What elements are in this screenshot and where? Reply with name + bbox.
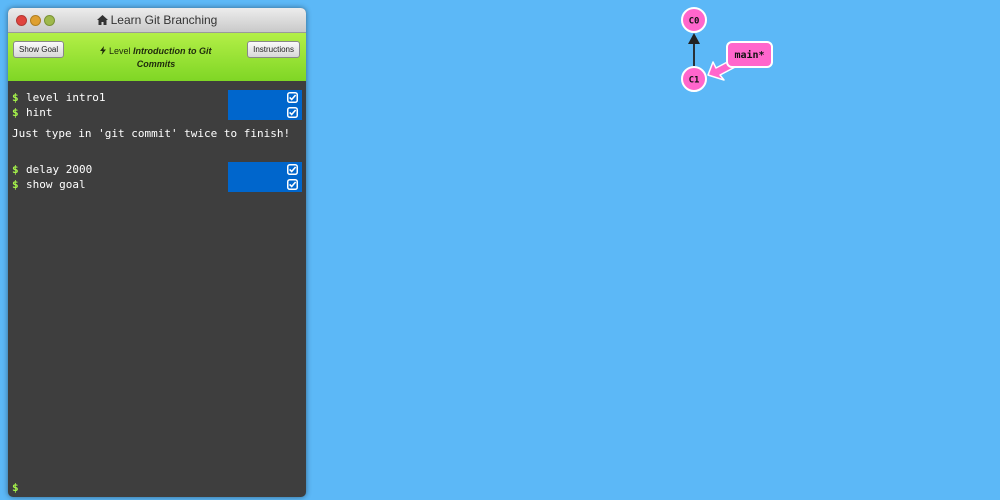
commit-label: C0 <box>689 17 700 27</box>
branch-name: main* <box>734 49 764 61</box>
commit-edge-arrowhead <box>688 33 700 44</box>
git-commit-graph: C0 C1 main* <box>681 7 773 92</box>
commit-node-c1[interactable]: C1 <box>681 66 707 92</box>
commit-label: C1 <box>689 76 700 86</box>
commit-node-c0[interactable]: C0 <box>681 7 707 33</box>
branch-tag-main[interactable]: main* <box>707 41 773 81</box>
